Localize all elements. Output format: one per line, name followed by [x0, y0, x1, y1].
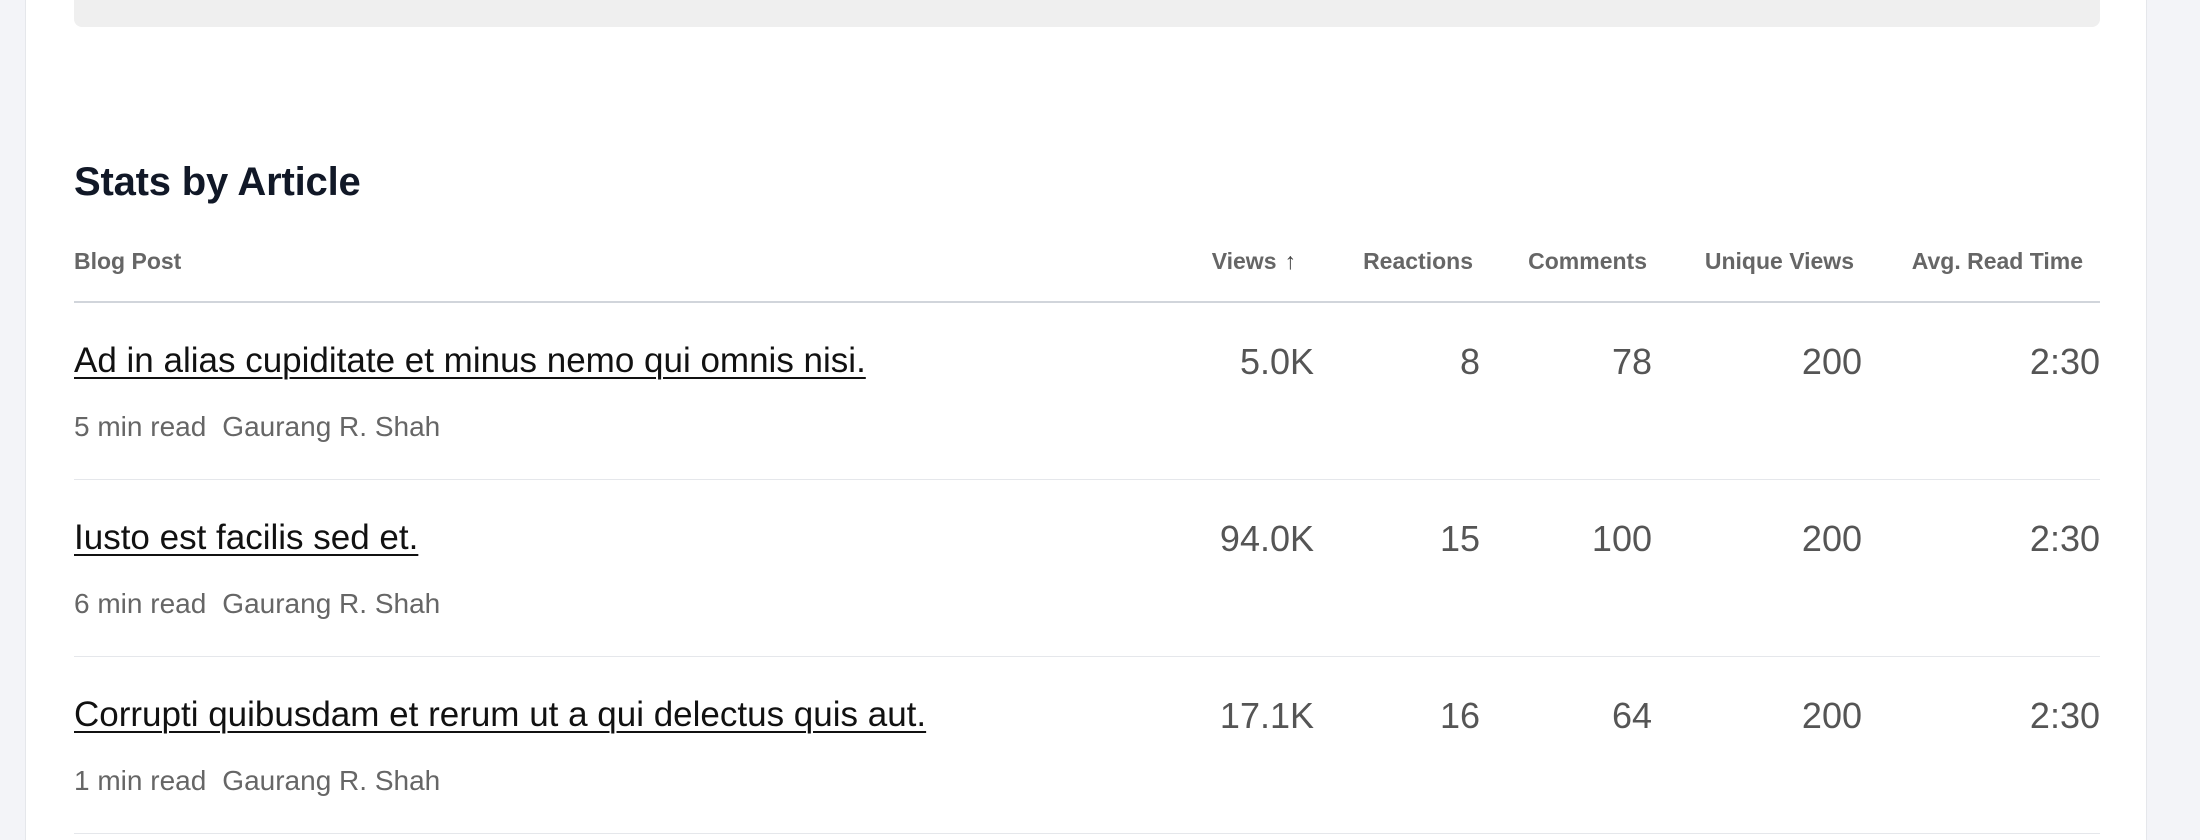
column-header-views[interactable]: Views ↑: [1212, 248, 1296, 275]
arrow-up-icon: ↑: [1284, 248, 1297, 274]
comments-value: 100: [1591, 518, 1652, 559]
table-row: Ad in alias cupiditate et minus nemo qui…: [74, 303, 2100, 480]
table-row: Iusto est facilis sed et. 6 min read Gaur…: [74, 480, 2100, 657]
reactions-value: 8: [1459, 341, 1480, 382]
author-name: Gaurang R. Shah: [222, 588, 441, 619]
article-title-link[interactable]: Ad in alias cupiditate et minus nemo qui…: [74, 341, 866, 381]
article-meta: 5 min read Gaurang R. Shah: [74, 411, 440, 443]
column-header-unique-views[interactable]: Unique Views: [1705, 248, 1854, 275]
column-header-blog-post[interactable]: Blog Post: [74, 248, 181, 275]
table-row: Corrupti quibusdam et rerum ut a qui del…: [74, 657, 2100, 834]
views-value: 5.0K: [1239, 341, 1314, 382]
author-name: Gaurang R. Shah: [222, 765, 441, 796]
chart-placeholder: [74, 0, 2100, 27]
comments-value: 64: [1611, 695, 1652, 736]
avg-read-time-value: 2:30: [2029, 341, 2100, 382]
views-value: 94.0K: [1219, 518, 1314, 559]
read-time-label: 6 min read: [74, 588, 207, 619]
avg-read-time-value: 2:30: [2029, 518, 2100, 559]
article-meta: 1 min read Gaurang R. Shah: [74, 765, 440, 797]
column-header-reactions[interactable]: Reactions: [1363, 248, 1473, 275]
table-header: Blog Post Views ↑ Reactions Comments Uniq…: [74, 240, 2100, 303]
reactions-value: 16: [1439, 695, 1480, 736]
unique-views-value: 200: [1801, 695, 1862, 736]
avg-read-time-value: 2:30: [2029, 695, 2100, 736]
read-time-label: 5 min read: [74, 411, 207, 442]
comments-value: 78: [1611, 341, 1652, 382]
author-name: Gaurang R. Shah: [222, 411, 441, 442]
article-meta: 6 min read Gaurang R. Shah: [74, 588, 440, 620]
stats-card: Stats by Article Blog Post Views ↑ Reacti…: [25, 0, 2147, 840]
views-value: 17.1K: [1219, 695, 1314, 736]
column-header-avg-read-time[interactable]: Avg. Read Time: [1912, 248, 2083, 275]
article-title-link[interactable]: Corrupti quibusdam et rerum ut a qui del…: [74, 695, 926, 735]
unique-views-value: 200: [1801, 518, 1862, 559]
column-header-views-label: Views: [1211, 248, 1277, 274]
unique-views-value: 200: [1801, 341, 1862, 382]
section-title: Stats by Article: [74, 160, 361, 204]
column-header-comments[interactable]: Comments: [1528, 248, 1647, 275]
article-title-link[interactable]: Iusto est facilis sed et.: [74, 518, 418, 558]
reactions-value: 15: [1439, 518, 1480, 559]
read-time-label: 1 min read: [74, 765, 207, 796]
article-stats-table: Blog Post Views ↑ Reactions Comments Uniq…: [74, 240, 2100, 834]
